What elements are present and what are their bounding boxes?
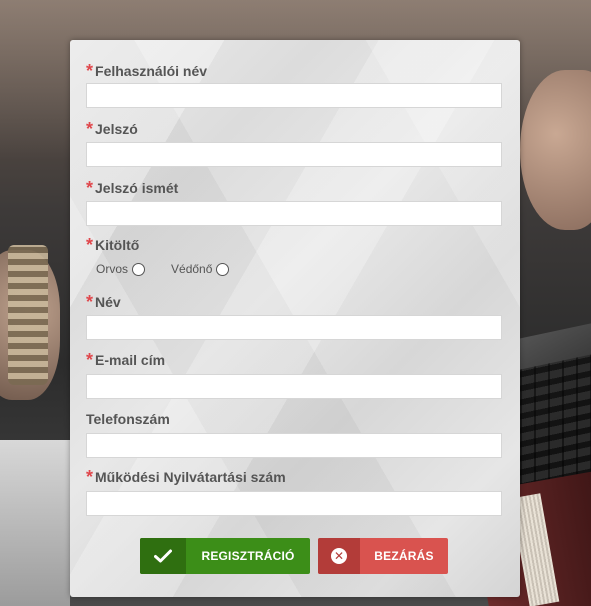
filler-radio-group: Orvos Védőnő <box>96 262 255 276</box>
required-marker: * <box>86 61 94 81</box>
required-marker: * <box>86 235 94 255</box>
radio-option-vedono[interactable]: Védőnő <box>171 262 230 276</box>
registration-number-input[interactable] <box>86 491 502 516</box>
name-label: * Név <box>86 292 121 312</box>
phone-label: Telefonszám <box>86 411 170 427</box>
phone-input[interactable] <box>86 433 502 458</box>
required-marker: * <box>86 178 94 198</box>
close-button-label: BEZÁRÁS <box>374 549 434 563</box>
email-input[interactable] <box>86 374 502 399</box>
register-button-label: REGISZTRÁCIÓ <box>201 549 295 563</box>
required-marker: * <box>86 350 94 370</box>
username-label: * Felhasználói név <box>86 61 208 81</box>
close-circle-icon: ✕ <box>318 538 360 574</box>
name-input[interactable] <box>86 315 502 340</box>
password-label: * Jelszó <box>86 119 138 139</box>
radio-button-vedono[interactable] <box>216 262 230 276</box>
checkmark-icon <box>140 538 186 574</box>
email-label: * E-mail cím <box>86 350 166 370</box>
password-confirm-label: * Jelszó ismét <box>86 178 179 198</box>
username-input[interactable] <box>86 83 502 108</box>
close-button[interactable]: ✕ BEZÁRÁS <box>318 538 448 574</box>
required-marker: * <box>86 119 94 139</box>
registration-number-label: * Működési Nyilvátartási szám <box>86 467 286 487</box>
password-input[interactable] <box>86 142 502 167</box>
password-confirm-input[interactable] <box>86 201 502 226</box>
radio-option-orvos[interactable]: Orvos <box>96 262 146 276</box>
required-marker: * <box>86 292 94 312</box>
register-button[interactable]: REGISZTRÁCIÓ <box>140 538 310 574</box>
filler-label: * Kitöltő <box>86 235 140 255</box>
required-marker: * <box>86 467 94 487</box>
registration-panel: * Felhasználói név * Jelszó * Jelszó ism… <box>70 40 520 597</box>
radio-button-orvos[interactable] <box>132 262 146 276</box>
